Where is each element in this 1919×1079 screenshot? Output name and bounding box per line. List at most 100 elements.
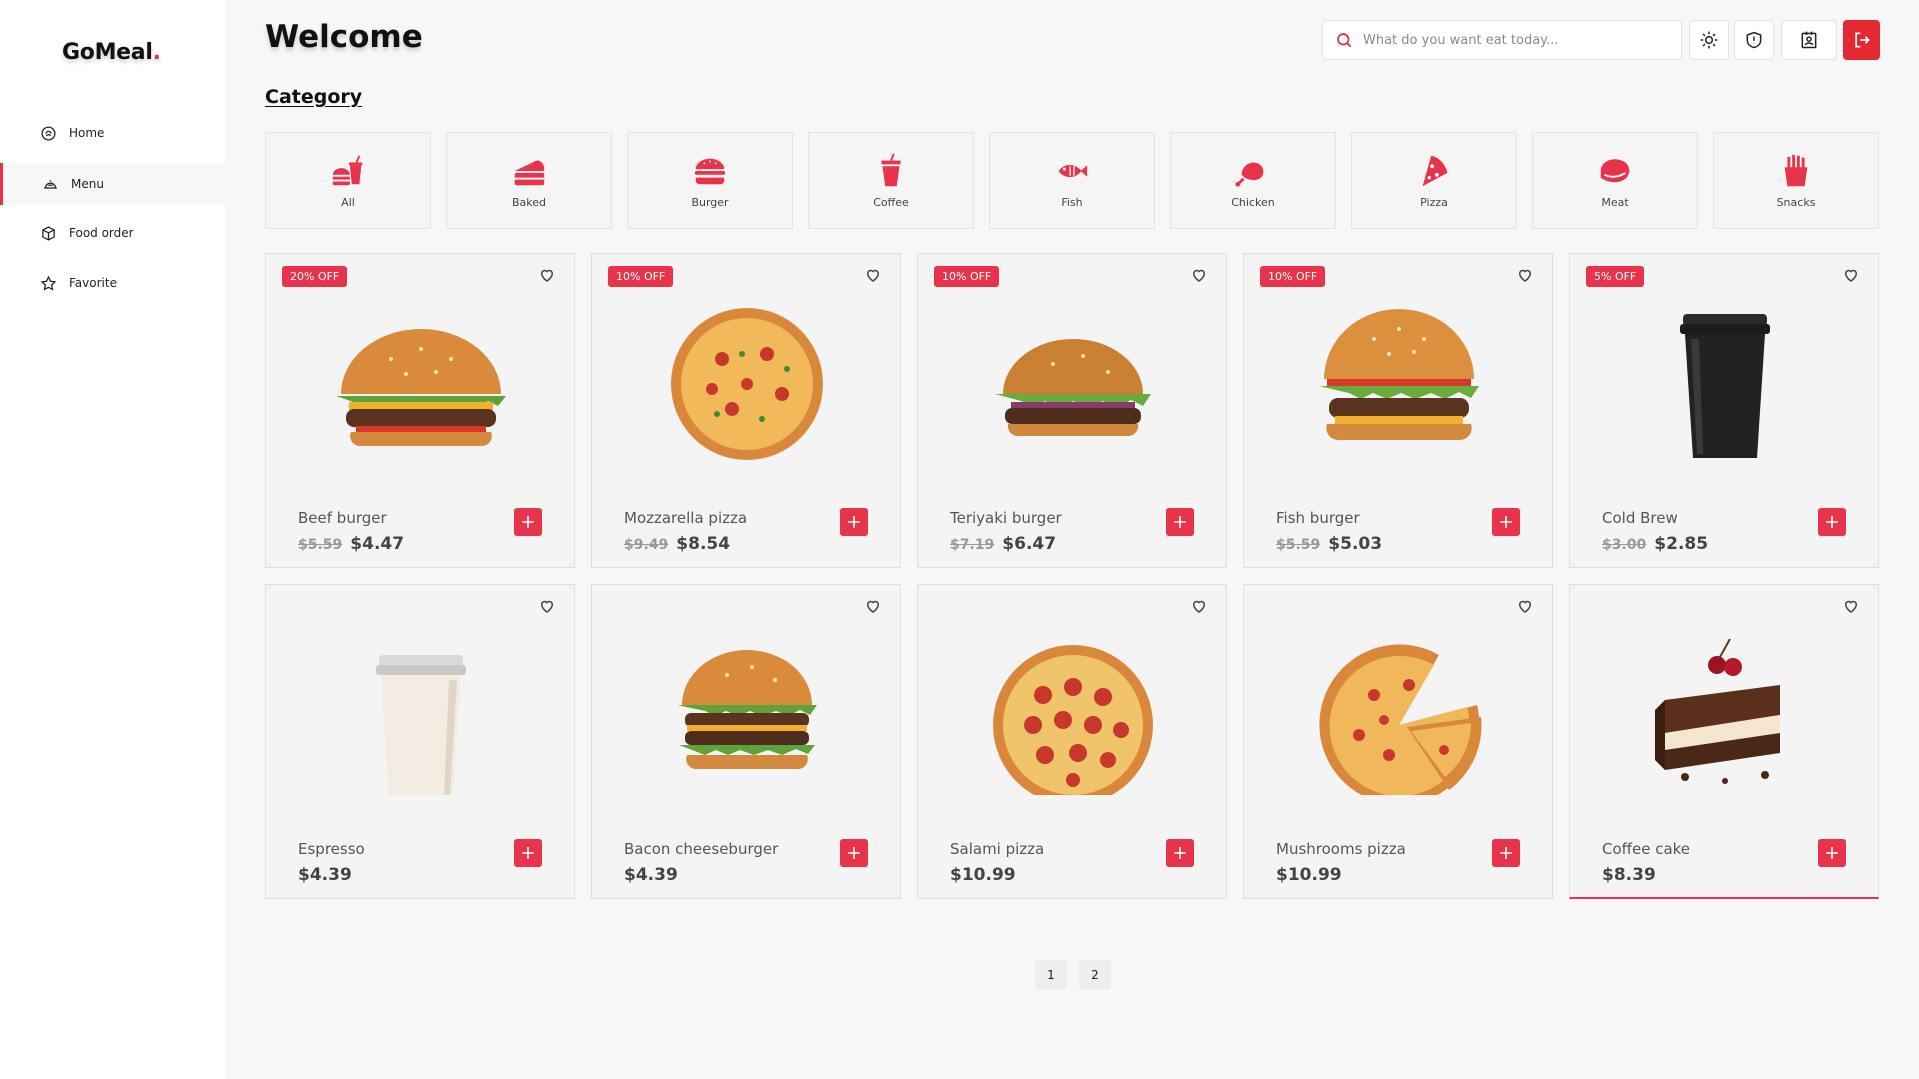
favorite-heart-icon[interactable] [1188,264,1210,286]
sidebar: GoMeal. Home Menu Food order Favorite [0,0,225,1079]
theme-toggle-button[interactable] [1689,20,1729,60]
search-input[interactable] [1363,32,1663,48]
product-card-beef-burger[interactable]: 20% OFF Beef burger $5.59 $4.47 [265,253,575,568]
plus-icon [1500,847,1512,859]
sidebar-item-home[interactable]: Home [0,112,225,154]
product-card-mozzarella-pizza[interactable]: 10% OFF Mozzarella pizza $9.49 $8.54 [591,253,901,568]
category-pizza[interactable]: Pizza [1351,132,1517,229]
favorite-heart-icon[interactable] [862,264,884,286]
favorite-heart-icon[interactable] [862,595,884,617]
cup-icon [881,153,901,187]
price-row: $9.49 $8.54 [624,534,730,554]
home-icon [41,125,56,141]
favorite-heart-icon[interactable] [1188,595,1210,617]
price-row: $4.39 [624,865,678,885]
product-name: Fish burger [1276,509,1360,527]
price-row: $3.00 $2.85 [1602,534,1708,554]
category-fish[interactable]: Fish [989,132,1155,229]
favorite-heart-icon[interactable] [536,264,558,286]
fastfood-icon [332,155,363,186]
favorite-heart-icon[interactable] [536,595,558,617]
burger-image [995,339,1151,437]
plus-icon [522,516,534,528]
product-grid: 20% OFF Beef burger $5.59 $4.47 10% OFF … [265,253,1879,899]
menu-icon [44,179,57,189]
category-burger[interactable]: Burger [627,132,793,229]
product-name: Mushrooms pizza [1276,840,1406,858]
coffee-cup-image [376,655,466,795]
logout-icon [1854,32,1870,48]
price: $8.54 [676,534,731,554]
category-heading: Category [265,86,363,108]
sidebar-item-food-order[interactable]: Food order [0,212,225,254]
category-snacks[interactable]: Snacks [1713,132,1879,229]
favorite-heart-icon[interactable] [1840,264,1862,286]
fries-icon [1784,154,1808,187]
search-bar[interactable] [1322,20,1682,60]
price: $5.03 [1328,534,1383,554]
pizza-image [1319,644,1482,795]
pizza-image [993,645,1153,795]
product-card-mushrooms-pizza[interactable]: Mushrooms pizza $10.99 [1243,584,1553,899]
add-to-cart-button[interactable] [1492,508,1520,536]
shield-icon [1746,31,1762,49]
profile-button[interactable] [1781,20,1837,60]
category-coffee[interactable]: Coffee [808,132,974,229]
add-to-cart-button[interactable] [1818,508,1846,536]
plus-icon [1826,516,1838,528]
discount-badge: 10% OFF [934,266,1000,287]
price: $2.85 [1654,534,1709,554]
product-card-teriyaki-burger[interactable]: 10% OFF Teriyaki burger $7.19 $6.47 [917,253,1227,568]
price-row: $10.99 [1276,865,1342,885]
add-to-cart-button[interactable] [1166,839,1194,867]
category-baked[interactable]: Baked [446,132,612,229]
price: $4.39 [624,865,678,885]
sidebar-item-menu[interactable]: Menu [0,163,225,205]
product-card-bacon-cheeseburger[interactable]: Bacon cheeseburger $4.39 [591,584,901,899]
price: $4.47 [350,534,405,554]
category-meat[interactable]: Meat [1532,132,1698,229]
product-card-coffee-cake[interactable]: Coffee cake $8.39 [1569,584,1879,899]
logo[interactable]: GoMeal. [62,40,161,65]
add-to-cart-button[interactable] [1166,508,1194,536]
sun-icon [1700,31,1718,49]
product-card-cold-brew[interactable]: 5% OFF Cold Brew $3.00 $2.85 [1569,253,1879,568]
page-2-button[interactable]: 2 [1079,960,1111,990]
profile-card-icon [1801,31,1817,49]
favorite-heart-icon[interactable] [1514,595,1536,617]
price-row: $10.99 [950,865,1016,885]
page-1-button[interactable]: 1 [1035,960,1067,990]
add-to-cart-button[interactable] [1818,839,1846,867]
cake-icon [514,160,545,186]
add-to-cart-button[interactable] [514,839,542,867]
add-to-cart-button[interactable] [514,508,542,536]
sidebar-item-label: Favorite [69,276,117,290]
burger-image [1319,309,1479,441]
product-card-fish-burger[interactable]: 10% OFF Fish burger $5.59 $5.03 [1243,253,1553,568]
add-to-cart-button[interactable] [1492,839,1520,867]
pizza-icon [1422,155,1448,187]
add-to-cart-button[interactable] [840,839,868,867]
price-row: $5.59 $4.47 [298,534,404,554]
add-to-cart-button[interactable] [840,508,868,536]
product-card-salami-pizza[interactable]: Salami pizza $10.99 [917,584,1227,899]
page-title: Welcome [265,19,423,55]
security-button[interactable] [1734,20,1774,60]
fish-icon [1058,164,1088,178]
favorite-heart-icon[interactable] [1514,264,1536,286]
plus-icon [1174,516,1186,528]
coffee-cup-image [1680,314,1770,458]
category-all[interactable]: All [265,132,431,229]
box-icon [42,225,55,241]
category-label: Meat [1601,196,1629,209]
product-card-espresso[interactable]: Espresso $4.39 [265,584,575,899]
discount-badge: 20% OFF [282,266,348,287]
plus-icon [1174,847,1186,859]
old-price: $7.19 [950,537,995,553]
category-chicken[interactable]: Chicken [1170,132,1336,229]
favorite-heart-icon[interactable] [1840,595,1862,617]
price-row: $7.19 $6.47 [950,534,1056,554]
logout-button[interactable] [1843,20,1880,60]
category-label: Snacks [1776,196,1816,209]
sidebar-item-favorite[interactable]: Favorite [0,262,225,304]
